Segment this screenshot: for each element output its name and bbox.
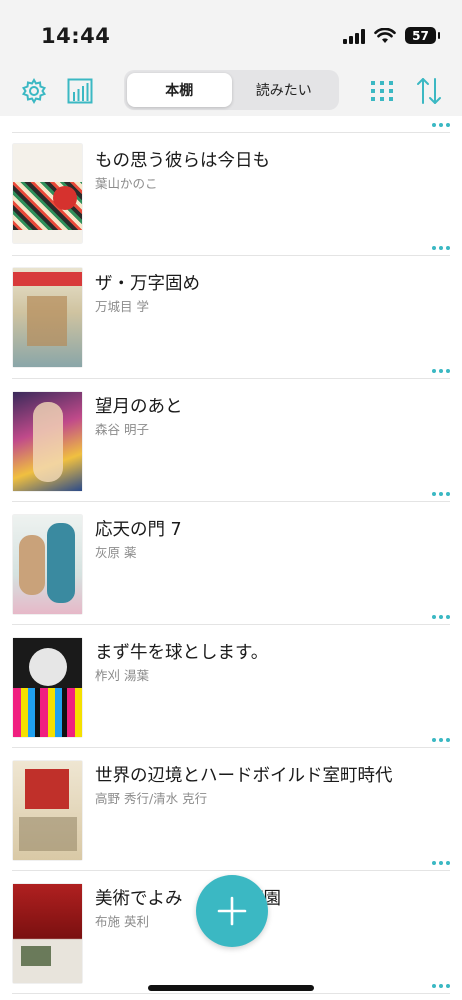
gear-icon[interactable] xyxy=(17,74,51,108)
status-time: 14:44 xyxy=(41,24,111,48)
plus-icon xyxy=(217,896,247,926)
list-item[interactable]: 世界の辺境とハードボイルド室町時代 高野 秀行/清水 克行 xyxy=(0,748,462,871)
more-options-icon[interactable] xyxy=(432,492,450,496)
book-title: 世界の辺境とハードボイルド室町時代 xyxy=(95,766,393,786)
tab-bookshelf[interactable]: 本棚 xyxy=(127,73,232,107)
book-author: 高野 秀行/清水 克行 xyxy=(95,791,208,806)
shelf-segmented-control: 本棚 読みたい xyxy=(124,70,339,110)
more-options-icon[interactable] xyxy=(432,246,450,250)
book-title: 望月のあと xyxy=(95,397,183,417)
book-cover xyxy=(13,515,82,614)
grid-view-icon[interactable] xyxy=(365,74,399,108)
bar-chart-icon[interactable] xyxy=(63,74,97,108)
cellular-signal-icon xyxy=(343,28,365,44)
toolbar: 本棚 読みたい xyxy=(0,66,462,116)
book-author: 万城目 学 xyxy=(95,299,149,314)
book-author: 布施 英利 xyxy=(95,914,149,929)
book-cover xyxy=(13,884,82,983)
more-options-icon[interactable] xyxy=(432,738,450,742)
home-indicator xyxy=(148,985,314,991)
book-list: もの思う彼らは今日も 葉山かのこ ザ・万字固め 万城目 学 望月のあと 森谷 明… xyxy=(0,116,462,1000)
sort-icon[interactable] xyxy=(412,74,446,108)
book-title: 応天の門 7 xyxy=(95,520,182,540)
tab-want-to-read[interactable]: 読みたい xyxy=(232,73,337,107)
more-options-icon[interactable] xyxy=(432,861,450,865)
more-options-icon[interactable] xyxy=(432,984,450,988)
wifi-icon xyxy=(374,27,396,43)
book-cover xyxy=(13,144,82,243)
book-author: 葉山かのこ xyxy=(95,176,158,191)
book-title: まず牛を球とします。 xyxy=(95,643,269,663)
status-icons: 57 xyxy=(343,27,440,44)
book-cover xyxy=(13,392,82,491)
list-item[interactable]: 応天の門 7 灰原 薬 xyxy=(0,502,462,625)
list-item[interactable]: ザ・万字固め 万城目 学 xyxy=(0,256,462,379)
book-cover xyxy=(13,638,82,737)
book-cover xyxy=(13,761,82,860)
add-book-button[interactable] xyxy=(196,875,268,947)
book-author: 柞刈 湯葉 xyxy=(95,668,149,683)
list-item[interactable]: もの思う彼らは今日も 葉山かのこ xyxy=(0,133,462,256)
battery-indicator: 57 xyxy=(405,27,440,44)
book-title: もの思う彼らは今日も xyxy=(95,151,270,171)
more-options-icon[interactable] xyxy=(432,615,450,619)
book-author: 灰原 薬 xyxy=(95,545,137,560)
list-item[interactable]: まず牛を球とします。 柞刈 湯葉 xyxy=(0,625,462,748)
book-cover xyxy=(13,268,82,367)
book-author: 森谷 明子 xyxy=(95,422,149,437)
list-item[interactable]: 望月のあと 森谷 明子 xyxy=(0,379,462,502)
more-options-icon[interactable] xyxy=(432,123,450,127)
status-bar: 14:44 57 xyxy=(0,0,462,66)
list-item[interactable] xyxy=(0,116,462,133)
more-options-icon[interactable] xyxy=(432,369,450,373)
book-title: ザ・万字固め xyxy=(95,274,200,294)
